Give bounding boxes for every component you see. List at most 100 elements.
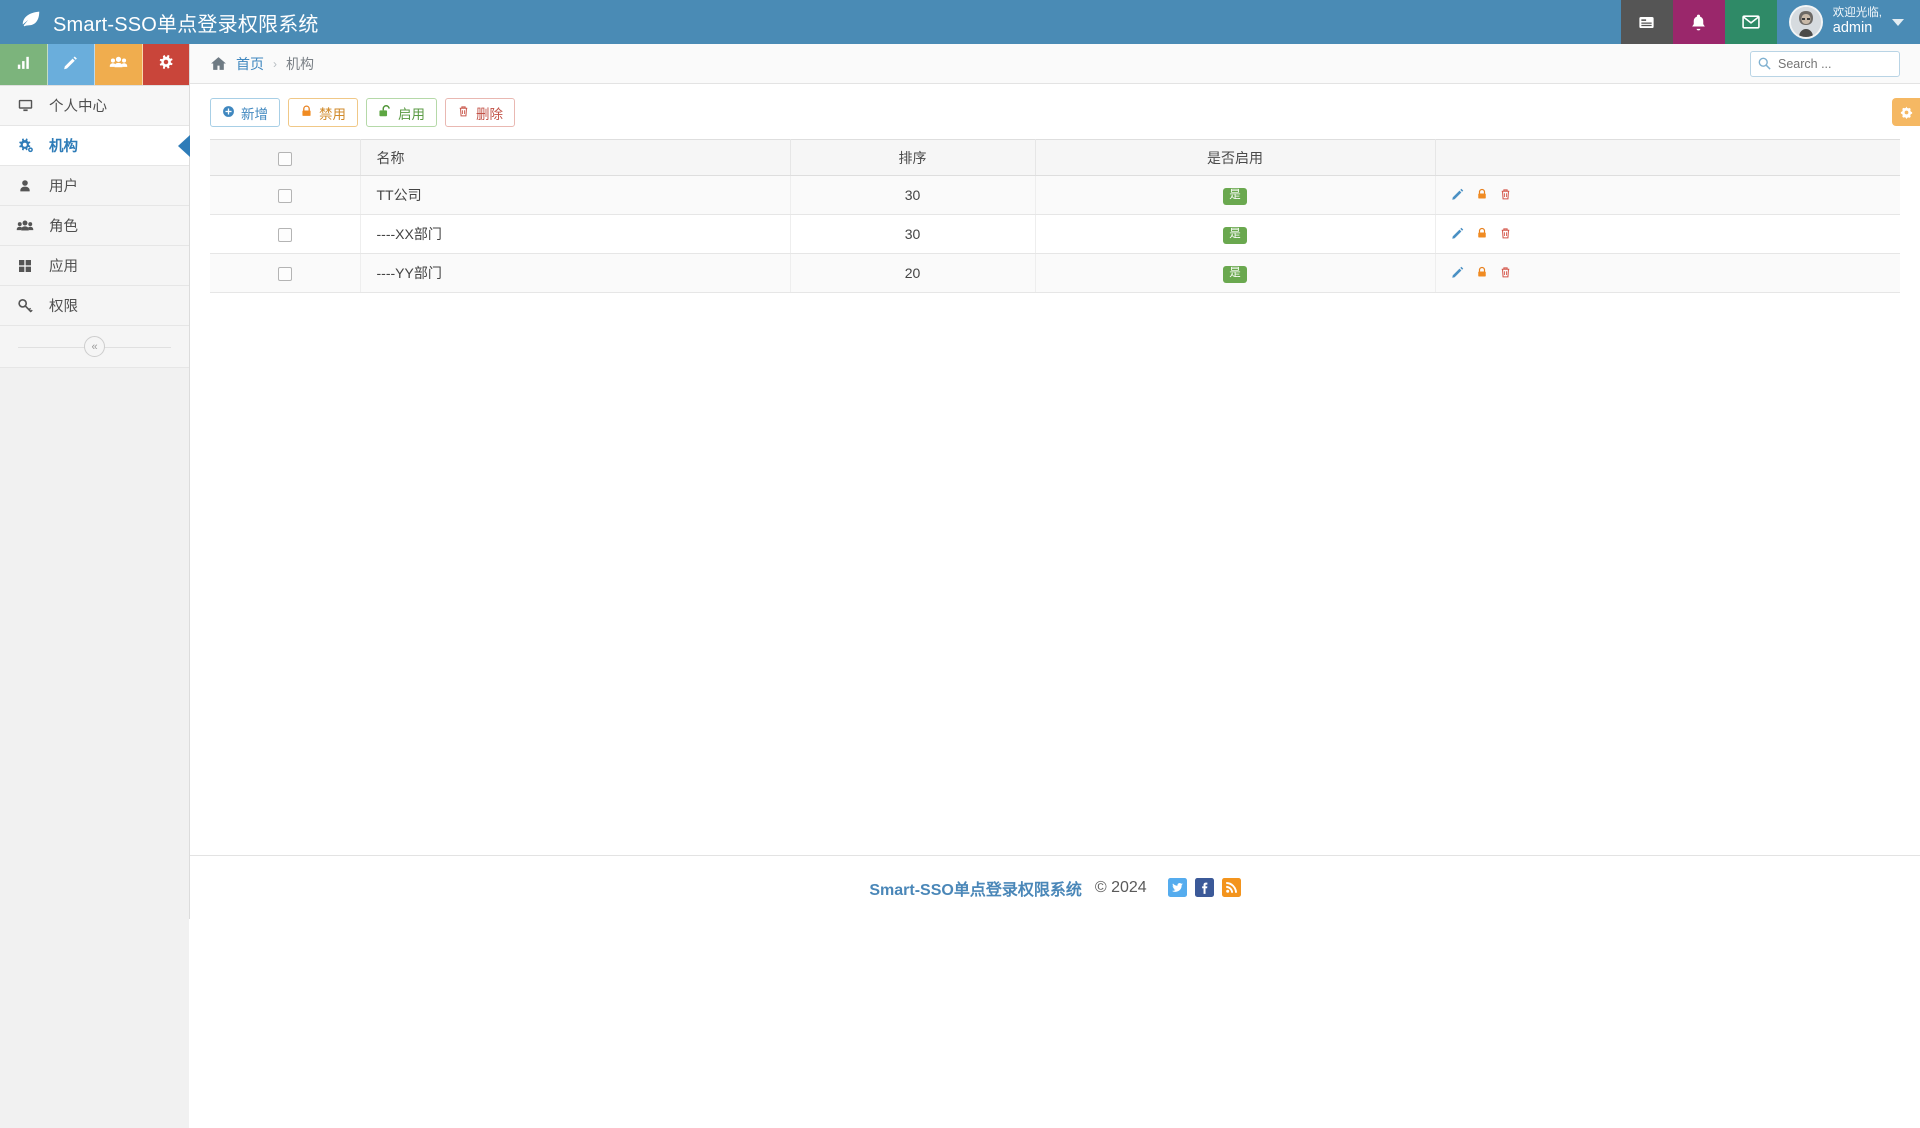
sidebar-item-label: 权限 [49, 295, 78, 316]
trash-icon [457, 104, 470, 121]
users-tile[interactable] [95, 44, 143, 85]
config-tile[interactable] [143, 44, 190, 85]
chart-tile[interactable] [0, 44, 48, 85]
lock-icon[interactable] [1476, 226, 1488, 240]
sidebar-item-label: 用户 [49, 175, 78, 196]
sidebar-collapse-button[interactable]: « [84, 336, 105, 357]
delete-icon[interactable] [1499, 265, 1512, 279]
row-enabled-cell: 是 [1035, 176, 1435, 215]
key-icon [14, 297, 36, 314]
main-content: 首页 › 机构 新增 禁用 [190, 44, 1920, 919]
footer-title: Smart-SSO单点登录权限系统 [869, 876, 1081, 900]
sidebar-item-label: 个人中心 [49, 95, 107, 116]
bell-icon[interactable] [1673, 0, 1725, 44]
row-select-cell [210, 254, 360, 293]
sidebar-item-app[interactable]: 应用 [0, 246, 189, 286]
top-header: Smart-SSO单点登录权限系统 欢迎光临, admin [0, 0, 1920, 44]
edit-icon[interactable] [1451, 187, 1465, 201]
sidebar-item-label: 角色 [49, 215, 78, 236]
username-label: admin [1833, 20, 1882, 36]
sidebar-nav: 个人中心 机构 用户 角色 应用 [0, 86, 189, 326]
row-actions-cell [1435, 176, 1900, 215]
sidebar-item-personal[interactable]: 个人中心 [0, 86, 189, 126]
row-checkbox[interactable] [278, 267, 292, 281]
grid-icon [14, 258, 36, 274]
tasks-icon[interactable] [1621, 0, 1673, 44]
row-actions-cell [1435, 215, 1900, 254]
row-sort: 30 [790, 215, 1035, 254]
sidebar-item-label: 机构 [49, 135, 78, 156]
rss-icon[interactable] [1222, 878, 1241, 897]
chevron-down-icon[interactable] [1892, 19, 1904, 26]
header-sort: 排序 [790, 140, 1035, 176]
delete-button[interactable]: 删除 [445, 98, 515, 127]
search-input[interactable] [1750, 51, 1900, 77]
enable-button[interactable]: 启用 [366, 98, 437, 127]
user-menu[interactable]: 欢迎光临, admin [1777, 0, 1920, 44]
sidebar-collapse-row: « [0, 326, 189, 368]
row-checkbox[interactable] [278, 189, 292, 203]
header-enabled: 是否启用 [1035, 140, 1435, 176]
lock-icon[interactable] [1476, 187, 1488, 201]
edit-icon[interactable] [1451, 265, 1465, 279]
group-icon [109, 53, 128, 77]
row-name: TT公司 [360, 176, 790, 215]
gear-icon[interactable] [1892, 98, 1920, 126]
action-toolbar: 新增 禁用 启用 删除 [210, 98, 1900, 127]
leaf-icon [20, 8, 42, 36]
status-badge: 是 [1223, 266, 1247, 283]
delete-button-label: 删除 [476, 103, 503, 123]
facebook-icon[interactable] [1195, 878, 1214, 897]
lock-closed-icon [300, 104, 313, 121]
twitter-icon[interactable] [1168, 878, 1187, 897]
row-enabled-cell: 是 [1035, 215, 1435, 254]
group-icon [14, 217, 36, 235]
lock-open-icon [378, 104, 392, 121]
row-actions [1451, 265, 1512, 279]
active-indicator-arrow [178, 135, 190, 157]
disable-button[interactable]: 禁用 [288, 98, 358, 127]
monitor-icon [14, 97, 36, 114]
row-select-cell [210, 176, 360, 215]
lock-icon[interactable] [1476, 265, 1488, 279]
pencil-icon [62, 54, 79, 76]
delete-icon[interactable] [1499, 187, 1512, 201]
brand-title: Smart-SSO单点登录权限系统 [53, 8, 319, 37]
delete-icon[interactable] [1499, 226, 1512, 240]
table-row[interactable]: ----YY部门 20 是 [210, 254, 1900, 293]
table-row[interactable]: ----XX部门 30 是 [210, 215, 1900, 254]
quick-action-tiles [0, 44, 189, 86]
breadcrumb-current: 机构 [286, 54, 314, 74]
sidebar-filler [0, 368, 189, 1128]
gears-icon [14, 137, 36, 154]
header-actions [1435, 140, 1900, 176]
sidebar-item-role[interactable]: 角色 [0, 206, 189, 246]
home-icon[interactable] [210, 55, 227, 72]
sidebar-item-label: 应用 [49, 255, 78, 276]
row-name: ----XX部门 [360, 215, 790, 254]
sidebar-item-permission[interactable]: 权限 [0, 286, 189, 326]
edit-icon[interactable] [1451, 226, 1465, 240]
table-row[interactable]: TT公司 30 是 [210, 176, 1900, 215]
footer-copyright: © 2024 [1095, 879, 1147, 897]
mail-icon[interactable] [1725, 0, 1777, 44]
add-button[interactable]: 新增 [210, 98, 280, 127]
status-badge: 是 [1223, 188, 1247, 205]
enable-button-label: 启用 [398, 103, 425, 123]
row-sort: 30 [790, 176, 1035, 215]
status-badge: 是 [1223, 227, 1247, 244]
edit-tile[interactable] [48, 44, 96, 85]
row-checkbox[interactable] [278, 228, 292, 242]
footer-social [1168, 878, 1241, 897]
brand[interactable]: Smart-SSO单点登录权限系统 [0, 0, 319, 44]
gears-icon [157, 53, 175, 76]
header-spacer [319, 0, 1621, 44]
row-sort: 20 [790, 254, 1035, 293]
row-actions-cell [1435, 254, 1900, 293]
sidebar-item-user[interactable]: 用户 [0, 166, 189, 206]
breadcrumb-bar: 首页 › 机构 [190, 44, 1920, 84]
breadcrumb-home-link[interactable]: 首页 [236, 54, 264, 74]
select-all-checkbox[interactable] [278, 152, 292, 166]
plus-circle-icon [222, 105, 235, 121]
sidebar-item-org[interactable]: 机构 [0, 126, 189, 166]
